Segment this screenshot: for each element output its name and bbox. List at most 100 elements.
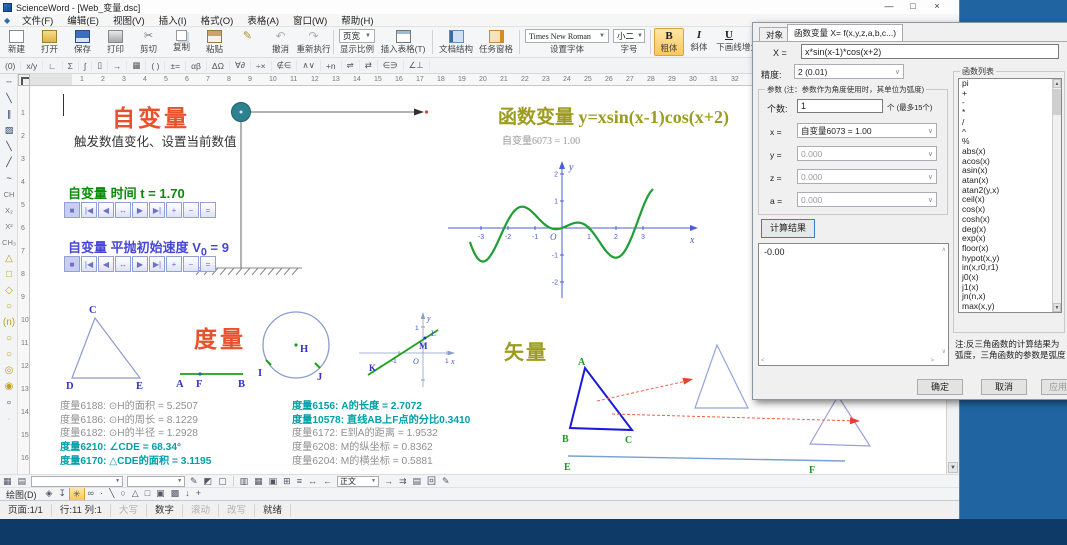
print-button[interactable]: 打印 <box>99 29 132 55</box>
math-symbol-button[interactable]: x/y <box>21 60 44 71</box>
table-properties-icon[interactable]: ▦ <box>0 475 15 487</box>
triangle-copy-1[interactable] <box>694 343 749 409</box>
subscript-icon[interactable]: X₂ <box>0 202 17 218</box>
math-symbol-button[interactable]: ∉∈ <box>272 60 298 71</box>
table-shading-icon[interactable]: ▤ <box>15 475 30 487</box>
methyl-icon[interactable]: CH₃ <box>0 234 17 250</box>
symbol-combo[interactable]: ▼ <box>127 475 186 487</box>
player-button[interactable]: ↔ <box>115 202 131 218</box>
bold-bond-icon[interactable]: ╲ <box>0 138 17 154</box>
player-button[interactable]: ▶| <box>149 256 165 272</box>
player-button[interactable]: = <box>200 256 216 272</box>
function-list-item[interactable]: max(x,y) <box>959 301 1061 312</box>
dashed-ring-icon[interactable]: ○ <box>0 346 17 362</box>
cancel-button[interactable]: 取消 <box>981 379 1027 395</box>
math-symbol-button[interactable]: ( ) <box>146 60 166 71</box>
precision-select[interactable]: 2 (0.01) ∨ <box>794 64 904 79</box>
player-button[interactable]: ■ <box>64 202 80 218</box>
math-symbol-button[interactable]: ▦ <box>127 60 147 71</box>
measurement-item[interactable]: 度量6208: M的纵坐标 = 0.8362 <box>292 441 470 455</box>
math-symbol-button[interactable]: (0) <box>0 60 22 71</box>
fit-width-icon[interactable]: ↔ <box>305 475 320 487</box>
rectangle-tool-icon[interactable]: □ <box>142 488 153 500</box>
underline-button[interactable]: U 下画线 <box>714 28 744 56</box>
tab-object[interactable]: 对象 <box>759 27 791 41</box>
result-box[interactable]: -0.00 ∧ ∨ < > <box>758 243 949 366</box>
param-value-select[interactable]: 0.000 ∨ <box>797 169 937 184</box>
player-button[interactable]: ◀ <box>98 202 114 218</box>
player-button[interactable]: |◀ <box>81 202 97 218</box>
undo-button[interactable]: 撤消 <box>264 30 297 55</box>
hatch-bond-icon[interactable]: ▨ <box>0 122 17 138</box>
font-size-select[interactable]: 小二 ▼ 字号 <box>613 29 645 55</box>
player-button[interactable]: |◀ <box>81 256 97 272</box>
double-ring-icon[interactable]: ◎ <box>0 362 17 378</box>
title-bar[interactable]: ScienceWord - [Web_变量.dsc] — □ × <box>0 0 959 14</box>
point-tool-icon[interactable]: · <box>97 488 106 500</box>
menu-item[interactable]: 帮助(H) <box>334 13 380 27</box>
insert-table-button[interactable]: 插入表格(T) <box>377 29 429 55</box>
pane-icon[interactable]: ▤ <box>410 475 425 487</box>
dashed-line-icon[interactable]: ┄ <box>0 74 17 90</box>
vector-arrow-1[interactable] <box>596 380 687 402</box>
function-list-item[interactable]: + <box>959 88 1061 99</box>
paste-button[interactable]: 粘贴 <box>198 29 231 55</box>
group-icon[interactable]: ◈ <box>43 488 56 500</box>
merge-cells-icon[interactable]: ▣ <box>266 475 281 487</box>
math-symbol-button[interactable]: ±= <box>165 60 187 71</box>
mini-plot[interactable]: y x O 1 1 -1 K M L <box>355 311 457 393</box>
math-symbol-button[interactable]: ∫ <box>79 60 93 71</box>
segment-ef[interactable] <box>567 455 846 462</box>
menu-item[interactable]: 文件(F) <box>15 13 60 27</box>
triangle-copy-2[interactable] <box>808 394 872 447</box>
double-forward-icon[interactable]: ⇉ <box>396 475 410 487</box>
player-button[interactable]: + <box>166 256 182 272</box>
measurement-item[interactable]: 度量10578: 直线AB上F点的分比0.3410 <box>292 414 470 428</box>
player-button[interactable]: ■ <box>64 256 80 272</box>
more-icon[interactable]: · <box>0 410 17 426</box>
image-tool-icon[interactable]: ▣ <box>153 488 168 500</box>
tab-function-variable[interactable]: 函数变量 X= f(x,y,z,a,b,c...) <box>787 24 904 41</box>
math-symbol-button[interactable]: ∟ <box>43 60 63 71</box>
function-list-item[interactable]: - <box>959 98 1061 108</box>
border-style-icon[interactable]: ▢ <box>215 475 230 487</box>
save-button[interactable]: 保存 <box>66 29 99 55</box>
hexagon-ring-icon[interactable]: ○ <box>0 298 17 314</box>
split-cells-icon[interactable]: ⊞ <box>280 475 294 487</box>
menu-item[interactable]: 视图(V) <box>106 13 152 27</box>
menu-item[interactable]: 表格(A) <box>240 13 286 27</box>
task-pane-button[interactable]: 任务窗格 <box>476 29 516 55</box>
n-ring-icon[interactable]: (n) <box>0 314 17 330</box>
count-input[interactable] <box>797 99 883 113</box>
param-value-select[interactable]: 自变量6073 = 1.00 ∨ <box>797 123 937 138</box>
math-symbol-button[interactable]: ∈∋ <box>378 60 404 71</box>
player-button[interactable]: + <box>166 202 182 218</box>
param-value-select[interactable]: 0.000 ∨ <box>797 192 937 207</box>
anchor-icon[interactable]: ↧ <box>55 488 69 500</box>
triangle-cde[interactable] <box>71 316 142 379</box>
function-list-item[interactable]: * <box>959 107 1061 118</box>
measurement-item[interactable]: 度量6188: ⊙H的面积 = 5.2507 <box>60 400 211 414</box>
function-list-item[interactable]: ^ <box>959 127 1061 138</box>
point-marker-icon[interactable]: + <box>193 488 204 500</box>
frame-icon[interactable]: 回 <box>424 475 439 487</box>
doc-structure-button[interactable]: 文档结构 <box>436 29 476 55</box>
wedge-bond-icon[interactable]: ╱ <box>0 154 17 170</box>
math-symbol-button[interactable]: +n <box>321 60 342 71</box>
superscript-icon[interactable]: X² <box>0 218 17 234</box>
double-bond-icon[interactable]: ∥ <box>0 106 17 122</box>
math-symbol-button[interactable]: ΔΩ <box>207 60 230 71</box>
table-grid-icon[interactable]: ▥ <box>237 475 252 487</box>
bold-button[interactable]: B 粗体 <box>654 28 684 56</box>
player-button[interactable]: − <box>183 256 199 272</box>
zoom-control[interactable]: 页宽 ▼ 显示比例 <box>339 29 375 55</box>
measurement-item[interactable]: 度量6170: △CDE的面积 = 3.1195 <box>60 455 211 469</box>
line-tool-icon[interactable]: ╲ <box>106 488 117 500</box>
player-button[interactable]: = <box>200 202 216 218</box>
list-scrollbar[interactable]: ▲ ▼ <box>1052 79 1061 312</box>
line-kl[interactable] <box>367 329 439 376</box>
player-button[interactable]: − <box>183 202 199 218</box>
math-symbol-button[interactable]: ▯ <box>92 60 108 71</box>
function-variable-dialog[interactable]: 对象 函数变量 X= f(x,y,z,a,b,c...) X = 精度: 2 (… <box>752 22 1067 400</box>
import-icon[interactable]: ↓ <box>182 488 193 500</box>
